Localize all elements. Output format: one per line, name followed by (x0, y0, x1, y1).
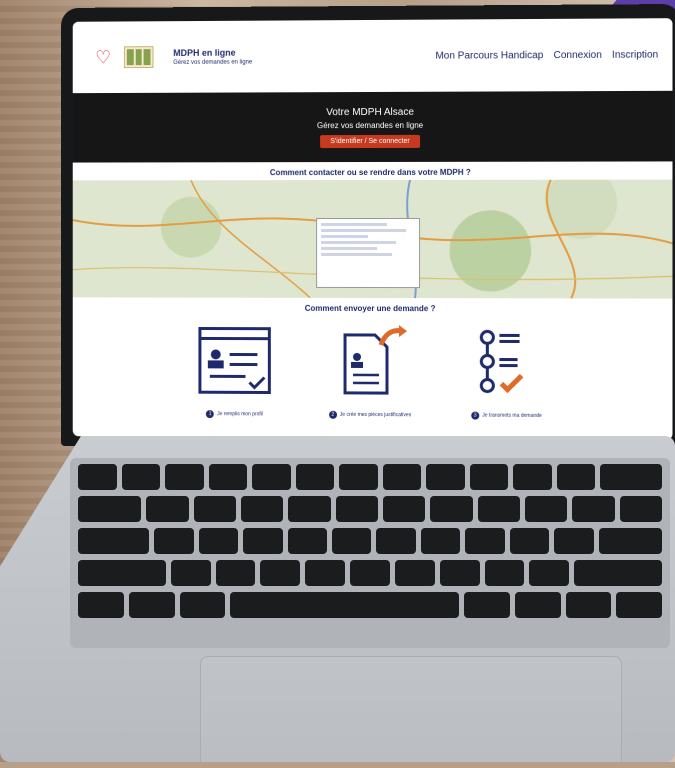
nav-links: Mon Parcours Handicap Connexion Inscript… (435, 49, 658, 61)
keyboard-row (78, 592, 662, 618)
step-caption: 3 Je transmets ma demande (471, 412, 542, 420)
nav-link-parcours[interactable]: Mon Parcours Handicap (435, 50, 543, 62)
map-info-popup (316, 218, 420, 288)
location-map[interactable] (73, 180, 673, 299)
contact-section-title: Comment contacter ou se rendre dans votr… (73, 167, 673, 177)
mdph-logo-icon (124, 46, 154, 68)
site-header: ♡ MDPH en ligne Gérez vos demandes en li… (73, 18, 673, 93)
brand-title: MDPH en ligne (173, 48, 252, 58)
step-caption: 2 Je crée mes pièces justificatives (329, 411, 411, 419)
nav-link-connexion[interactable]: Connexion (553, 49, 601, 60)
keyboard-row (78, 560, 662, 586)
step-number: 3 (471, 412, 479, 420)
login-button[interactable]: S'identifier / Se connecter (320, 134, 419, 147)
brand: MDPH en ligne Gérez vos demandes en lign… (173, 48, 252, 66)
profile-form-icon (196, 325, 273, 399)
step-text: Je remplis mon profil (217, 411, 263, 417)
step-caption: 1 Je remplis mon profil (206, 410, 263, 418)
progress-steps-icon (467, 325, 546, 400)
hero-banner: Votre MDPH Alsace Gérez vos demandes en … (73, 91, 673, 163)
hero-subtitle: Gérez vos demandes en ligne (317, 120, 423, 129)
steps-row: 1 Je remplis mon profil 2 Je crée mes pi… (73, 324, 673, 421)
step-item: 2 Je crée mes pièces justificatives (315, 325, 425, 419)
hero-title: Votre MDPH Alsace (326, 106, 414, 117)
trackpad (200, 656, 622, 768)
keyboard-row (78, 528, 662, 554)
document-send-icon (331, 325, 409, 399)
laptop-screen: ♡ MDPH en ligne Gérez vos demandes en li… (73, 18, 673, 440)
heart-logo-icon: ♡ (92, 46, 114, 68)
step-text: Je transmets ma demande (482, 413, 542, 419)
step-number: 1 (206, 410, 214, 418)
step-item: 3 Je transmets ma demande (451, 325, 562, 420)
keyboard-row (78, 496, 662, 522)
send-section-title: Comment envoyer une demande ? (73, 303, 673, 313)
laptop-lid: ♡ MDPH en ligne Gérez vos demandes en li… (61, 4, 675, 450)
keyboard (70, 458, 670, 648)
laptop-base (0, 436, 675, 762)
step-item: 1 Je remplis mon profil (180, 324, 289, 418)
brand-subtitle: Gérez vos demandes en ligne (173, 60, 252, 66)
keyboard-row (78, 464, 662, 490)
nav-link-inscription[interactable]: Inscription (612, 49, 658, 60)
step-number: 2 (329, 411, 337, 419)
step-text: Je crée mes pièces justificatives (340, 412, 411, 418)
